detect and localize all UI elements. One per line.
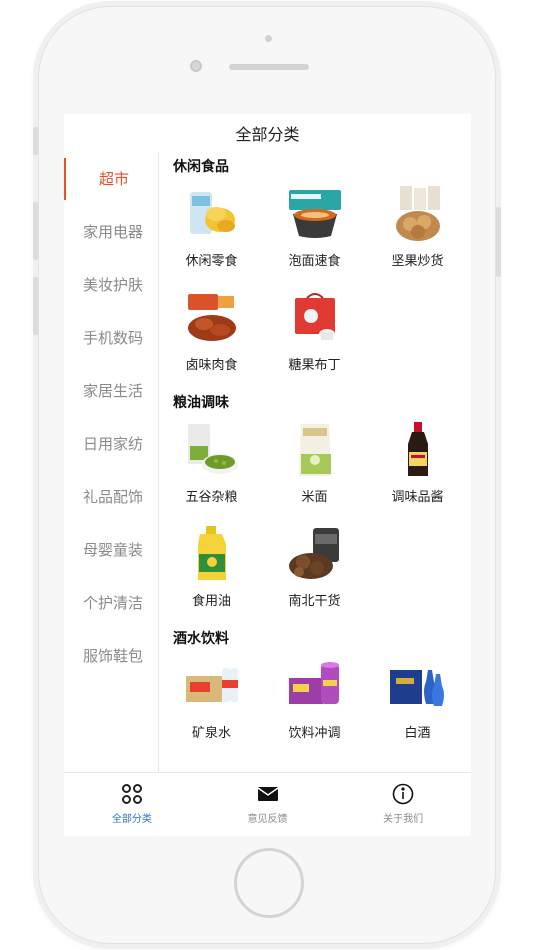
front-camera <box>190 60 202 72</box>
sidebar-item-home-living[interactable]: 家居生活 <box>64 364 158 417</box>
sidebar-item-label: 家用电器 <box>83 223 144 241</box>
subcategory-item[interactable]: 泡面速食 <box>263 180 366 284</box>
sidebar-item-label: 个护清洁 <box>83 594 144 612</box>
subcategory-label: 卤味肉食 <box>185 358 238 373</box>
subcategory-label: 南北干货 <box>288 594 341 609</box>
tab-label: 全部分类 <box>111 814 152 825</box>
subcategory-item[interactable]: 休闲零食 <box>160 180 263 284</box>
dried-mushroom-image <box>285 524 345 584</box>
subcategory-item[interactable]: 卤味肉食 <box>160 284 263 388</box>
subcategory-item[interactable]: 五谷杂粮 <box>160 416 263 520</box>
app-screen: 全部分类 超市 家用电器 美妆护肤 手机数码 家居生活 日用家纺 礼品配饰 母婴… <box>64 114 471 836</box>
sidebar-item-personal-care[interactable]: 个护清洁 <box>64 576 158 629</box>
subcategory-item[interactable]: 糖果布丁 <box>263 284 366 388</box>
subcategory-label: 米面 <box>301 490 328 505</box>
subcategory-item[interactable]: 食用油 <box>160 520 263 624</box>
category-grid-icon <box>120 782 144 806</box>
cooking-oil-image <box>182 524 242 584</box>
section-drinks: 酒水饮料 矿泉水 饮料冲调 白酒 <box>160 624 471 756</box>
page-title: 全部分类 <box>235 125 300 144</box>
drink-mix-image <box>285 656 345 716</box>
sidebar-item-supermarket[interactable]: 超市 <box>64 152 158 205</box>
section-title: 粮油调味 <box>173 395 229 411</box>
sidebar-item-apparel[interactable]: 服饰鞋包 <box>64 629 158 682</box>
subcategory-item[interactable]: 饮料冲调 <box>263 652 366 756</box>
mute-switch <box>33 127 38 155</box>
tab-feedback[interactable]: 意见反馈 <box>200 773 336 836</box>
subcategory-label: 调味品酱 <box>391 490 444 505</box>
sidebar-item-label: 手机数码 <box>83 329 144 347</box>
sidebar-item-label: 超市 <box>99 170 130 188</box>
sidebar-item-home-appliances[interactable]: 家用电器 <box>64 205 158 258</box>
sidebar-item-home-textiles[interactable]: 日用家纺 <box>64 417 158 470</box>
sidebar-item-phones-digital[interactable]: 手机数码 <box>64 311 158 364</box>
subcategory-item[interactable]: 调味品酱 <box>366 416 469 520</box>
subcategory-label: 糖果布丁 <box>288 358 341 373</box>
subcategory-item[interactable]: 米面 <box>263 416 366 520</box>
sidebar-item-label: 家居生活 <box>83 382 144 400</box>
subcategory-label: 坚果炒货 <box>391 254 444 269</box>
home-button[interactable] <box>234 848 304 918</box>
volume-down-button <box>33 277 38 335</box>
bottom-tab-bar: 全部分类 意见反馈 关于我们 <box>64 772 471 836</box>
soy-sauce-image <box>388 420 448 480</box>
sidebar-item-label: 服饰鞋包 <box>83 647 144 665</box>
liquor-image <box>388 656 448 716</box>
proximity-sensor <box>265 35 272 42</box>
mineral-water-image <box>182 656 242 716</box>
subcategory-label: 白酒 <box>404 726 431 741</box>
sidebar-item-gifts-accessories[interactable]: 礼品配饰 <box>64 470 158 523</box>
earpiece-speaker <box>229 64 309 70</box>
sidebar-item-label: 美妆护肤 <box>83 276 144 294</box>
subcategory-label: 泡面速食 <box>288 254 341 269</box>
rice-bag-image <box>285 420 345 480</box>
section-title: 休闲食品 <box>173 159 229 175</box>
potato-chips-image <box>182 184 242 244</box>
tab-label: 意见反馈 <box>247 814 288 825</box>
nuts-image <box>388 184 448 244</box>
subcategory-label: 五谷杂粮 <box>185 490 238 505</box>
section-grain-oil: 粮油调味 五谷杂粮 米面 调味品酱 食用油 南北干货 <box>160 388 471 624</box>
sidebar-item-label: 礼品配饰 <box>83 488 144 506</box>
sidebar-item-label: 日用家纺 <box>83 435 144 453</box>
sidebar-item-beauty[interactable]: 美妆护肤 <box>64 258 158 311</box>
sidebar-item-label: 母婴童装 <box>83 541 144 559</box>
sidebar-item-baby-kids[interactable]: 母婴童装 <box>64 523 158 576</box>
subcategory-item[interactable]: 坚果炒货 <box>366 180 469 284</box>
tab-about-us[interactable]: 关于我们 <box>335 773 471 836</box>
candy-box-image <box>285 288 345 348</box>
category-content: 休闲食品 休闲零食 泡面速食 坚果炒货 卤味肉食 糖果布丁 粮油调味 五谷杂粮 … <box>160 152 471 772</box>
subcategory-label: 食用油 <box>191 594 231 609</box>
braised-meat-image <box>182 288 242 348</box>
mung-beans-image <box>182 420 242 480</box>
section-snacks: 休闲食品 休闲零食 泡面速食 坚果炒货 卤味肉食 糖果布丁 <box>160 152 471 388</box>
subcategory-item[interactable]: 白酒 <box>366 652 469 756</box>
tab-label: 关于我们 <box>383 814 424 825</box>
subcategory-label: 休闲零食 <box>185 254 238 269</box>
volume-up-button <box>33 202 38 260</box>
subcategory-label: 饮料冲调 <box>288 726 341 741</box>
mail-icon <box>256 782 280 806</box>
category-sidebar: 超市 家用电器 美妆护肤 手机数码 家居生活 日用家纺 礼品配饰 母婴童装 个护… <box>64 152 159 772</box>
instant-noodles-image <box>285 184 345 244</box>
power-button <box>496 207 501 277</box>
subcategory-label: 矿泉水 <box>191 726 231 741</box>
subcategory-grid: 五谷杂粮 米面 调味品酱 食用油 南北干货 <box>160 416 471 624</box>
info-icon <box>391 782 415 806</box>
section-title: 酒水饮料 <box>173 631 229 647</box>
subcategory-item[interactable]: 矿泉水 <box>160 652 263 756</box>
subcategory-grid: 矿泉水 饮料冲调 白酒 <box>160 652 471 756</box>
subcategory-item[interactable]: 南北干货 <box>263 520 366 624</box>
tab-all-categories[interactable]: 全部分类 <box>64 773 200 836</box>
subcategory-grid: 休闲零食 泡面速食 坚果炒货 卤味肉食 糖果布丁 <box>160 180 471 388</box>
